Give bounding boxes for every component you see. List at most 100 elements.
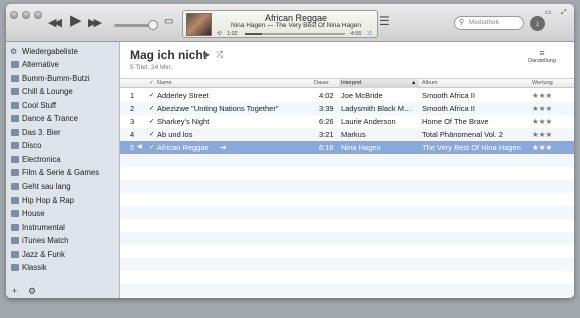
sidebar-item-playlist[interactable]: Chill & Lounge: [6, 85, 120, 98]
play-playlist-icon[interactable]: ▶: [204, 50, 210, 59]
playlist-icon: [11, 74, 19, 82]
track-checkbox[interactable]: ✓: [149, 102, 154, 115]
track-checkbox[interactable]: ✓: [149, 128, 154, 141]
sidebar-footer: + ⚙: [6, 284, 120, 298]
track-rating: ★★★: [532, 143, 553, 152]
close-button[interactable]: [10, 11, 18, 19]
album-art[interactable]: [186, 13, 212, 36]
track-name: Adderley Street: [157, 91, 209, 100]
sidebar-item-label: Bumm-Bumm-Butzi: [22, 73, 90, 83]
empty-row: [120, 271, 574, 284]
sidebar-item-playlist[interactable]: Film & Serie & Games: [6, 166, 120, 179]
settings-gear-icon[interactable]: ⚙: [28, 284, 36, 298]
sidebar-item-label: iTunes Match: [22, 236, 69, 246]
track-time: 6:26: [319, 117, 334, 126]
track-checkbox[interactable]: ✓: [149, 115, 154, 128]
track-time: 6:18: [319, 143, 334, 152]
sidebar-item-playlist[interactable]: House: [6, 207, 120, 220]
download-icon[interactable]: ↓: [530, 16, 545, 31]
sidebar-item-playlist[interactable]: Dance & Trance: [6, 112, 120, 125]
table-row[interactable]: ✓ 5 African Reggae 6:18 Nina Hagen The Very B…: [120, 141, 574, 154]
playlist-icon: [11, 196, 19, 204]
playlist-icon: [11, 155, 19, 163]
sidebar-item-playlist[interactable]: Hip Hop & Rap: [6, 194, 120, 207]
sidebar-item-label: Chill & Lounge: [22, 87, 73, 97]
table-row[interactable]: ✓ 3 Sharkey's Night 6:26 Laurie Anderson Home…: [120, 115, 574, 128]
table-row[interactable]: ✓ 4 Ab und los 3:21 Markus Total Phänomenal V…: [120, 128, 574, 141]
progress-bar[interactable]: [245, 33, 345, 35]
volume-slider[interactable]: [114, 20, 158, 30]
sidebar-item-playlist[interactable]: Alternative: [6, 58, 120, 71]
sidebar-item-label: Hip Hop & Rap: [22, 195, 75, 205]
volume-knob[interactable]: [148, 20, 158, 30]
playlist-icon: [11, 88, 19, 96]
play-button[interactable]: ▶: [70, 13, 82, 28]
track-rating: ★★★: [532, 130, 553, 139]
track-checkbox[interactable]: ✓: [149, 141, 154, 154]
track-artist: Joe McBride: [341, 91, 383, 100]
sidebar-item-playlist[interactable]: Bumm-Bumm-Butzi: [6, 72, 120, 85]
now-playing-speaker-icon: ◀: [137, 144, 142, 150]
column-album[interactable]: Album: [422, 79, 438, 88]
sidebar-item-playlist[interactable]: Disco: [6, 139, 120, 152]
minimize-button[interactable]: [22, 11, 30, 19]
playlist-icon: [11, 237, 19, 245]
column-rating[interactable]: Wertung: [532, 79, 553, 88]
empty-row: [120, 206, 574, 219]
go-to-arrow-icon[interactable]: ➔: [220, 141, 227, 154]
table-row[interactable]: ✓ 2 Abezizwe "Uniting Nations Together" 3:3…: [120, 102, 574, 115]
column-time[interactable]: Dauer: [314, 79, 329, 88]
track-album: The Very Best Of Nina Hagen: [422, 143, 521, 152]
track-name: Abezizwe "Uniting Nations Together": [157, 104, 279, 113]
sidebar-item-playlist[interactable]: Cool Stuff: [6, 99, 120, 112]
track-artist: Nina Hagen: [341, 143, 381, 152]
sidebar-item-playlist[interactable]: Electronica: [6, 153, 120, 166]
sidebar-item-label: Film & Serie & Games: [22, 168, 100, 178]
fullscreen-icon[interactable]: ⤢: [561, 6, 567, 20]
repeat-icon[interactable]: ⟲: [217, 31, 222, 37]
search-field[interactable]: ⚲ Mediathek: [454, 16, 524, 30]
column-name[interactable]: Name: [157, 79, 172, 88]
next-track-button[interactable]: ▶▶: [88, 16, 102, 30]
empty-row: [120, 154, 574, 167]
playlist-icon: [11, 142, 19, 150]
sidebar-item-playlist[interactable]: Jazz & Funk: [6, 248, 120, 261]
toolbar: ◀◀ ▶ ▶▶ ▭ African Reggae Nina Hagen — Th…: [6, 4, 574, 42]
view-options-button[interactable]: ≡ Darstellung: [522, 48, 562, 64]
sidebar-item-playlist[interactable]: Instrumental: [6, 221, 120, 234]
table-row[interactable]: ✓ 1 Adderley Street 4:02 Joe McBride Smooth A…: [120, 89, 574, 102]
column-artist[interactable]: Interpret ▲: [339, 79, 419, 88]
empty-row: [120, 258, 574, 271]
track-time: 3:39: [319, 104, 334, 113]
playlist-icon: [11, 61, 19, 68]
sidebar-item-playlist[interactable]: Das 3. Bier: [6, 126, 120, 139]
playlist-icon: [11, 210, 19, 218]
sidebar-header-playlists[interactable]: ⚙ Wiedergabeliste: [6, 45, 120, 58]
shuffle-icon[interactable]: ⤮: [367, 31, 371, 38]
sidebar-item-playlist[interactable]: iTunes Match: [6, 234, 120, 247]
empty-row: [120, 284, 574, 297]
sidebar-item-label: Instrumental: [22, 222, 65, 232]
shuffle-playlist-icon[interactable]: ⤮: [216, 50, 222, 59]
zoom-button[interactable]: [34, 11, 42, 19]
sidebar-item-label: Jazz & Funk: [22, 249, 65, 259]
sidebar-item-playlist[interactable]: Klassik: [6, 261, 120, 274]
sort-ascending-icon: ▲: [411, 80, 417, 86]
empty-row: [120, 180, 574, 193]
remaining-time: -4:55: [349, 31, 362, 37]
empty-row: [120, 193, 574, 206]
sidebar-item-label: Das 3. Bier: [22, 127, 61, 137]
sidebar-header-label: Wiedergabeliste: [22, 47, 78, 56]
sidebar-item-label: Klassik: [22, 263, 47, 273]
sidebar-item-playlist[interactable]: Geht sau lang: [6, 180, 120, 193]
track-checkbox[interactable]: ✓: [149, 89, 154, 102]
track-artist: Markus: [341, 130, 366, 139]
track-name: Ab und los: [157, 130, 193, 139]
miniplayer-icon[interactable]: ▭: [545, 6, 552, 20]
previous-track-button[interactable]: ◀◀: [48, 16, 62, 30]
track-number: 3: [130, 117, 135, 126]
airplay-icon[interactable]: ▭: [164, 15, 173, 29]
column-check[interactable]: ✓: [149, 79, 154, 88]
add-playlist-icon[interactable]: +: [12, 284, 17, 298]
up-next-list-icon[interactable]: ☰: [379, 14, 390, 28]
